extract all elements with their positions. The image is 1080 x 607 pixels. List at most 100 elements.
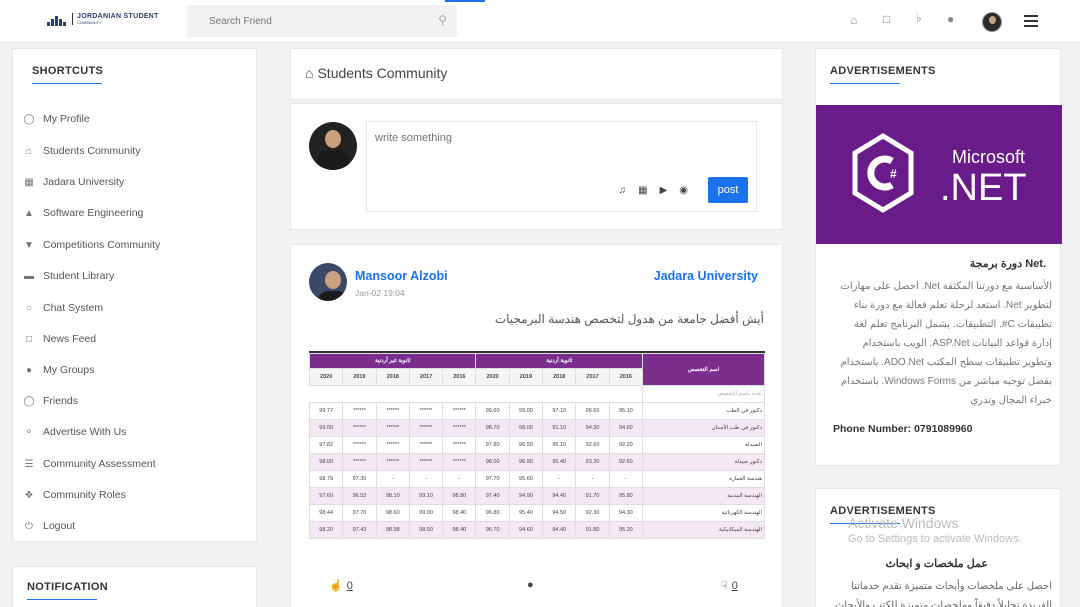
sidebar-item-friends[interactable]: ◯ Friends [23,395,78,407]
table-cell: ****** [408,402,444,420]
sidebar-item-chat-system[interactable]: ○ Chat System [23,302,103,314]
sidebar-item-competitions-community[interactable]: ▼ Competitions Community [23,239,160,251]
sidebar-item-label: Friends [43,395,79,407]
video-icon[interactable]: ▶ [660,185,668,196]
top-navbar: JORDANIAN STUDENT COMMUNITY ⚲ ⌂ □ ♭ ● [0,0,1080,43]
major-header: اسم التخصص [642,353,765,386]
group-header-jordan: ثانوية أردنية [475,353,643,369]
post-card: Mansoor Alzobi Jan-02 19:04 Jadara Unive… [290,244,783,607]
windows-activation-watermark: Activate Windows Go to Settings to activ… [848,515,1022,545]
post-image[interactable]: ثانوية غير أردنية ثانوية أردنية اسم التخ… [309,351,765,561]
image-icon[interactable]: ▦ [638,185,647,196]
composer-avatar[interactable] [309,122,357,170]
major-name-cell: دكتور صيدلة [642,453,765,471]
camera-icon[interactable]: ◉ [679,185,688,196]
year-cell: 2017 [575,368,610,386]
watermark-line2: Go to Settings to activate Windows. [848,533,1022,545]
dislike-button[interactable]: ☟ 0 [721,579,738,593]
table-cell: 96.90 [508,453,544,471]
sidebar-item-software-engineering[interactable]: ▲ Software Engineering [23,207,143,219]
search-input[interactable] [187,5,417,37]
sidebar-item-student-library[interactable]: ▬ Student Library [23,270,114,282]
table-cell: 97.40 [475,487,510,505]
notification-panel: NOTIFICATION [12,566,257,607]
power-icon: ⏻ [25,520,33,532]
table-cell: 99.00 [508,402,544,420]
table-cell: 99.00 [408,504,444,522]
home-icon: ⌂ [305,65,314,81]
dislike-count: 0 [731,579,738,592]
table-cell: ****** [442,402,477,420]
table-group-header: ثانوية غير أردنية ثانوية أردنية اسم التخ… [309,353,765,386]
year-cell: 2020 [475,368,510,386]
ad-phone: Phone Number: 0791089960 [833,423,973,435]
title-underline [32,83,102,84]
table-cell: 93.30 [575,453,610,471]
brand-logo[interactable]: JORDANIAN STUDENT COMMUNITY [46,12,159,26]
post-textarea[interactable] [367,122,756,182]
user-avatar[interactable] [982,12,1002,32]
table-cell: 98.00 [508,419,544,437]
post-author[interactable]: Mansoor Alzobi [355,269,448,283]
sidebar-item-my-groups[interactable]: ● My Groups [23,364,94,376]
home-icon[interactable]: ⌂ [850,13,857,27]
shortcuts-panel: SHORTCUTS ◯ My Profile ⌂ Students Communit… [12,48,257,542]
like-count: 0 [346,579,353,592]
table-cell: 92.60 [608,453,644,471]
sidebar-item-students-community[interactable]: ⌂ Students Community [23,145,141,157]
sidebar-item-label: My Profile [43,113,90,125]
chat-icon: ○ [25,302,33,314]
table-row: 97.82 ****** ****** ****** ****** 97.80 96.50 9… [309,436,765,454]
shortcuts-title: SHORTCUTS [32,65,104,77]
table-cell: 91.80 [575,521,610,539]
ad-banner-line1: Microsoft [952,147,1026,167]
sidebar-item-label: Students Community [43,145,141,157]
table-cell: ****** [342,436,377,454]
sidebar-item-community-assessment[interactable]: ☰ Community Assessment [23,458,156,470]
table-cell: ****** [375,436,410,454]
svg-text:#: # [890,167,897,181]
like-button[interactable]: ☝ 0 [329,579,353,593]
list-icon: ☰ [24,458,34,470]
menu-icon[interactable] [1024,15,1038,30]
search-icon[interactable]: ⚲ [438,13,447,27]
table-cell: 97.82 [309,436,344,454]
table-cell: 98.60 [375,504,410,522]
music-icon[interactable]: ♫ [619,185,627,196]
sidebar-item-label: Competitions Community [43,239,161,251]
table-cell: 96.80 [475,504,510,522]
csharp-logo-icon: # [852,133,914,213]
table-cell: ****** [442,436,477,454]
sidebar-item-advertise-with-us[interactable]: ⚬ Advertise With Us [23,426,127,438]
user-icon: ◯ [23,395,35,407]
sidebar-item-jadara-university[interactable]: ▦ Jadara University [23,176,124,188]
major-name-cell: الصيدلة [642,436,765,454]
globe-icon[interactable]: ● [947,12,954,26]
table-row: 98.00 ****** ****** ****** ****** 98.00 96.90 9… [309,453,765,471]
notification-title: NOTIFICATION [27,581,108,593]
sidebar-item-label: Software Engineering [43,207,144,219]
author-avatar[interactable] [309,263,347,301]
sidebar-item-my-profile[interactable]: ◯ My Profile [23,113,90,125]
thumbs-up-icon: ☝ [329,580,343,592]
table-row: 98.44 97.70 98.60 99.00 98.40 96.80 95.40 94.50… [309,504,765,522]
post-button[interactable]: post [708,177,748,203]
ad-banner[interactable]: # Microsoft .NET [816,105,1062,244]
trophy-icon: ▼ [24,239,34,251]
table-cell: ****** [342,453,377,471]
table-cell: ****** [408,436,444,454]
bell-icon[interactable]: ♭ [916,11,922,25]
sidebar-item-community-roles[interactable]: ❖ Community Roles [23,489,126,501]
table-cell: 96.70 [475,521,510,539]
sidebar-item-label: News Feed [43,333,97,345]
ad-body: الأساسية مع دورتنا المكثفة Net. احصل على… [840,281,1052,406]
comment-icon[interactable]: □ [883,12,890,26]
composer-box: ♫ ▦ ▶ ◉ post [366,121,757,212]
table-cell: 92.20 [608,436,644,454]
comment-button[interactable]: ● [527,579,534,591]
table-cell: 95.10 [542,436,577,454]
sidebar-item-news-feed[interactable]: □ News Feed [23,333,96,345]
post-university[interactable]: Jadara University [654,269,758,283]
sidebar-item-logout[interactable]: ⏻ Logout [23,520,75,532]
table-cell: 98.00 [475,453,510,471]
